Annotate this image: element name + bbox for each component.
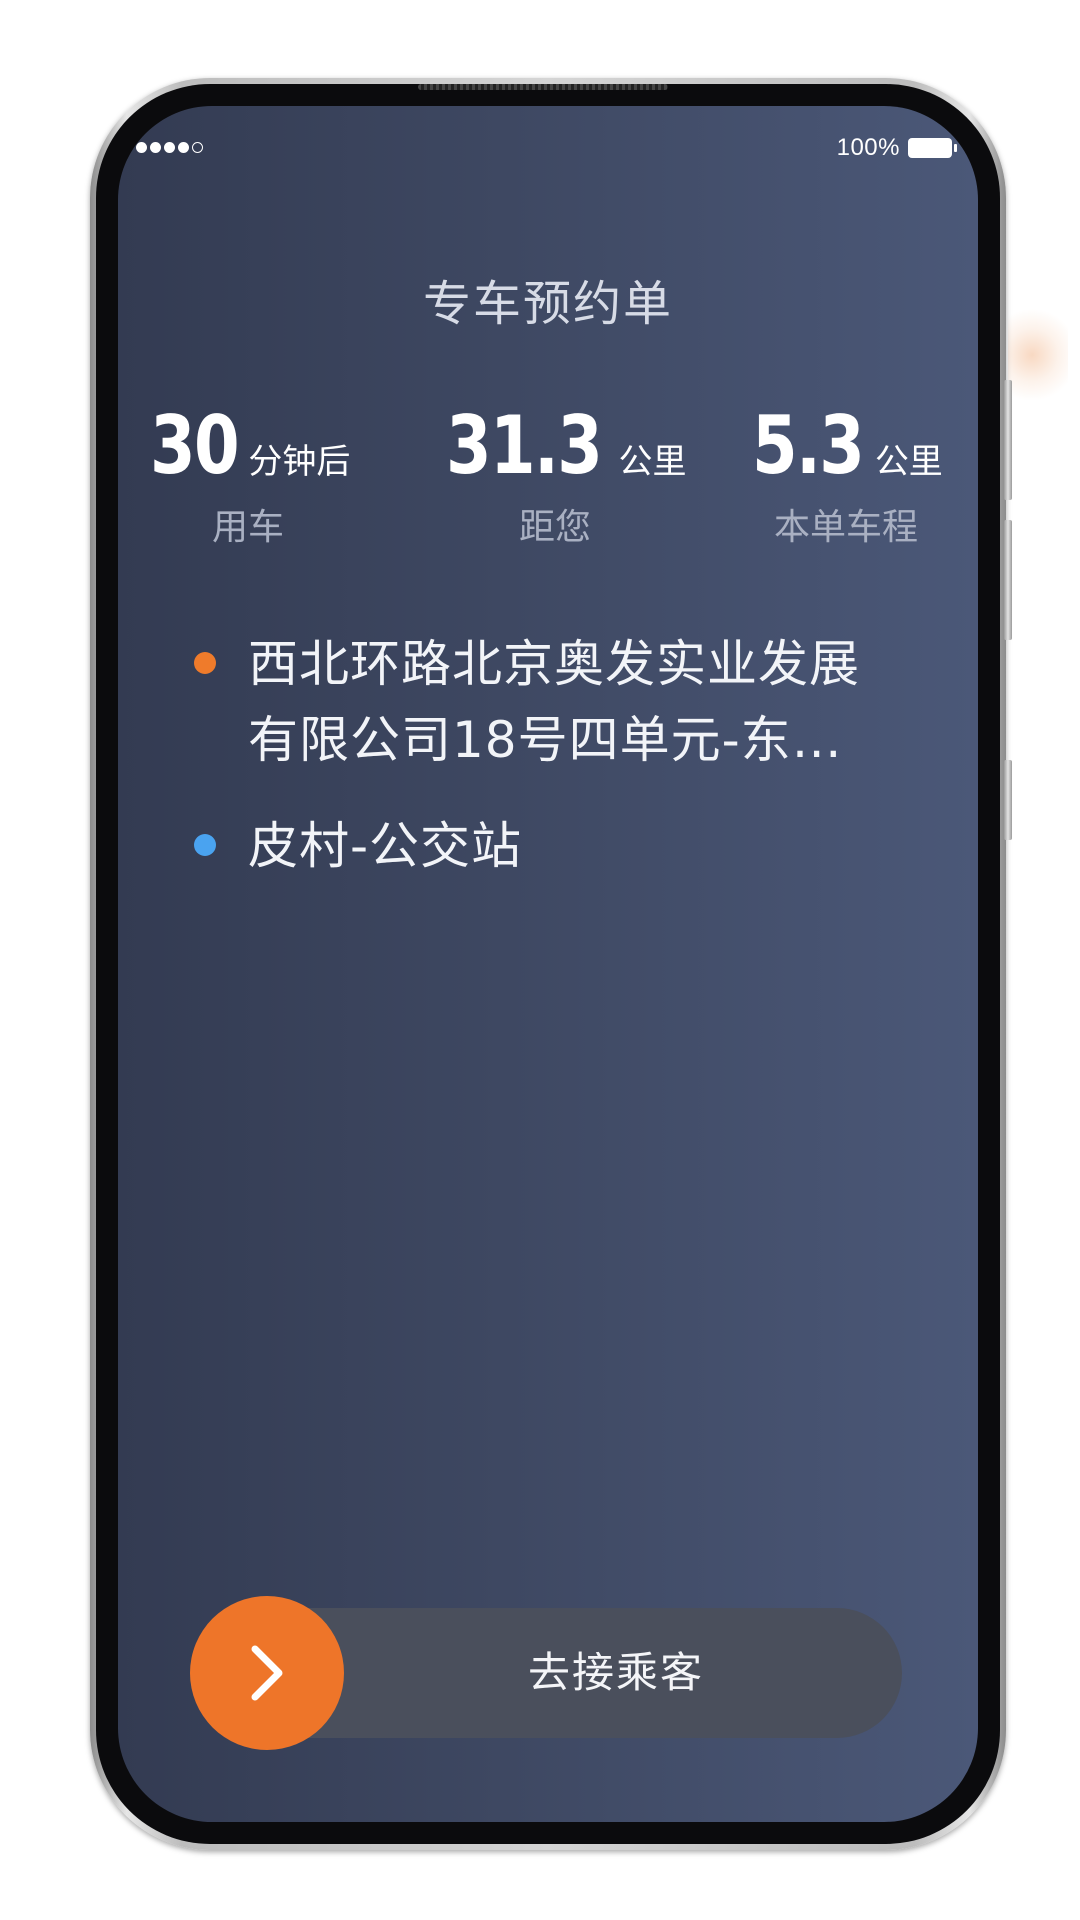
start-address: 西北环路北京奥发实业发展 有限公司18号四单元-东… xyxy=(248,626,908,778)
trip-stats: 30 分钟后 用车 31.3 公里 距您 5.3 公里 本单车程 xyxy=(118,406,978,566)
stat-unit: 公里 xyxy=(618,442,687,482)
end-address: 皮村-公交站 xyxy=(248,808,908,884)
stat-unit: 公里 xyxy=(874,442,943,482)
stat-label: 用车 xyxy=(211,507,284,548)
phone-screen: 100% 专车预约单 30 分钟后 用车 31.3 公里 距您 5.3 公里 本… xyxy=(118,106,978,1822)
stat-value: 30 xyxy=(150,399,240,492)
background-speckle xyxy=(1008,300,1068,410)
phone-volume-down-button xyxy=(1004,520,1012,640)
earpiece-speaker xyxy=(418,84,668,90)
phone-power-button xyxy=(1004,760,1012,840)
signal-dot xyxy=(178,142,189,153)
signal-strength-icon xyxy=(136,142,203,153)
signal-dot xyxy=(150,142,161,153)
stat-value: 31.3 xyxy=(446,399,603,492)
pickup-passenger-slider[interactable]: 去接乘客 xyxy=(190,1596,902,1750)
stat-distance-to-you: 31.3 公里 距您 xyxy=(446,406,686,550)
stat-trip-distance: 5.3 公里 本单车程 xyxy=(752,406,943,550)
signal-dot xyxy=(136,142,147,153)
phone-volume-up-button xyxy=(1004,380,1012,500)
end-point-dot-icon xyxy=(194,834,216,856)
stat-label: 距您 xyxy=(518,507,591,548)
battery-percentage: 100% xyxy=(836,134,900,161)
start-address-line-1: 西北环路北京奥发实业发展 xyxy=(248,635,860,693)
slider-label: 去接乘客 xyxy=(527,1648,704,1697)
stat-label: 本单车程 xyxy=(773,507,918,548)
chevron-right-icon xyxy=(251,1645,283,1701)
stat-pickup-time: 30 分钟后 用车 xyxy=(150,406,350,550)
stat-value: 5.3 xyxy=(752,399,865,492)
slider-knob[interactable] xyxy=(190,1596,344,1750)
signal-dot xyxy=(164,142,175,153)
status-bar: 100% xyxy=(118,132,978,168)
battery-icon xyxy=(908,138,957,158)
start-point-dot-icon xyxy=(194,652,216,674)
signal-dot-empty xyxy=(192,142,203,153)
start-address-line-2: 有限公司18号四单元-东… xyxy=(248,711,843,769)
end-address-line-1: 皮村-公交站 xyxy=(248,817,523,875)
stat-unit: 分钟后 xyxy=(248,442,351,482)
stage: 100% 专车预约单 30 分钟后 用车 31.3 公里 距您 5.3 公里 本… xyxy=(0,0,1080,1920)
page-title: 专车预约单 xyxy=(422,276,673,332)
